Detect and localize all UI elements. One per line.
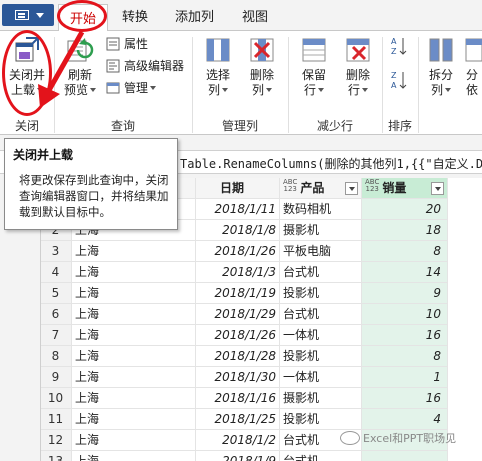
annotation-arrow-icon xyxy=(38,30,85,108)
